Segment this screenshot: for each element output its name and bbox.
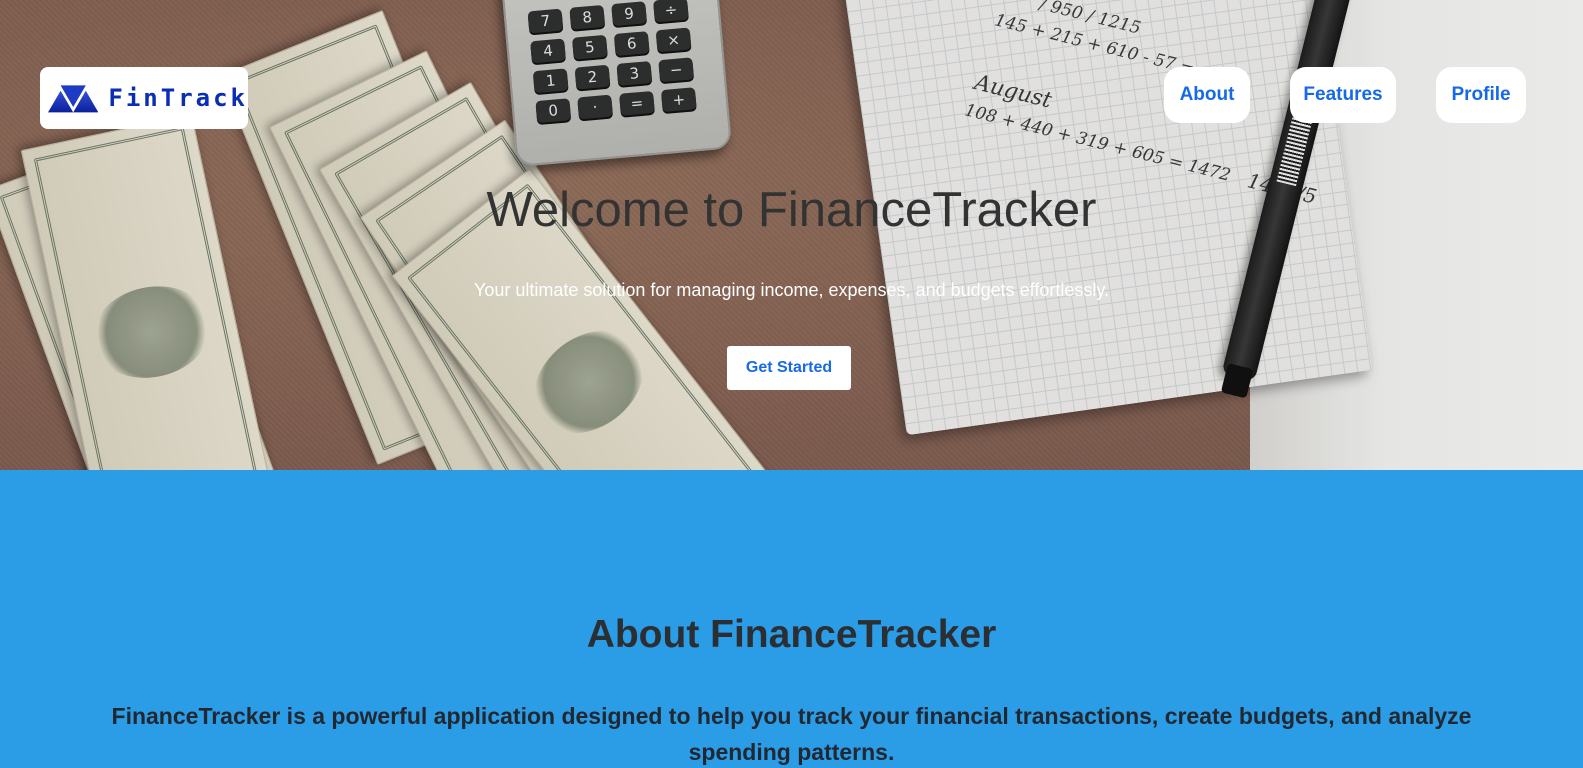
- hero-title: Welcome to FinanceTracker: [486, 183, 1097, 237]
- nav-about-button[interactable]: About: [1164, 67, 1250, 123]
- double-triangle-icon: [48, 85, 99, 113]
- hero-subtitle: Your ultimate solution for managing inco…: [473, 280, 1110, 300]
- brand-logo[interactable]: FinTrack: [40, 67, 248, 129]
- brand-name: FinTrack: [108, 84, 248, 112]
- nav-features-button[interactable]: Features: [1290, 67, 1396, 123]
- about-description: FinanceTracker is a powerful application…: [111, 703, 1472, 765]
- nav-profile-button[interactable]: Profile: [1436, 67, 1526, 123]
- about-section: About FinanceTracker FinanceTracker is a…: [0, 470, 1583, 768]
- get-started-button[interactable]: Get Started: [727, 346, 851, 390]
- about-title: About FinanceTracker: [586, 613, 997, 656]
